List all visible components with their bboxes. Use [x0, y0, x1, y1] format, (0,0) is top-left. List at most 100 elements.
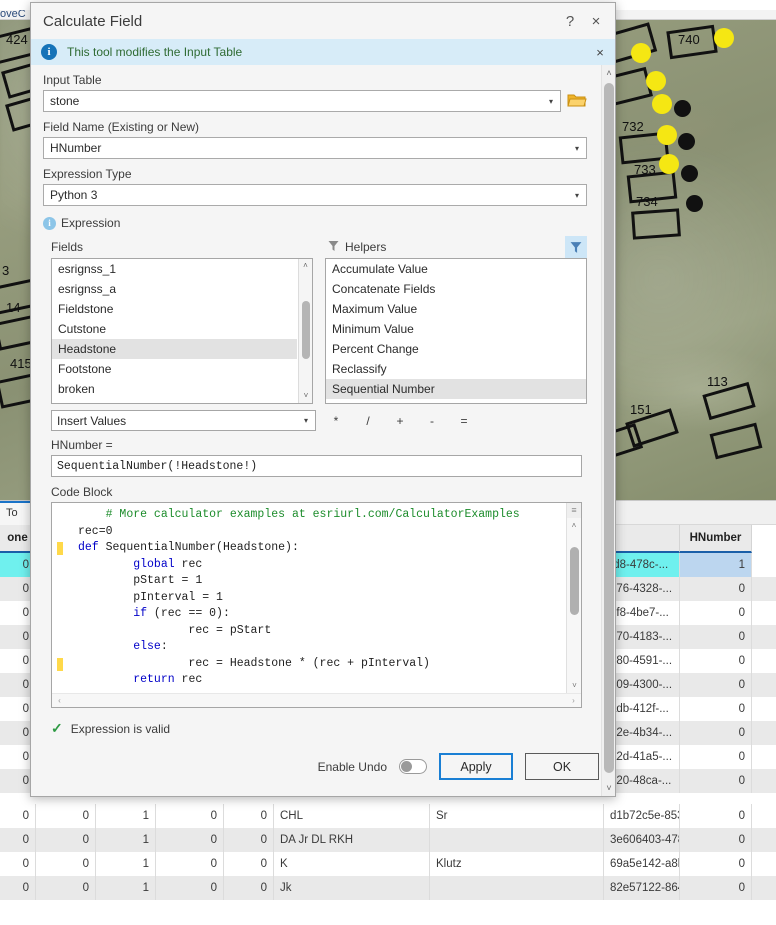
table-cell-hnumber[interactable]: 1 — [680, 553, 752, 577]
enable-undo-toggle[interactable] — [399, 759, 427, 774]
code-scroll-down-icon[interactable]: ˅ — [567, 678, 582, 693]
fields-list-item[interactable]: Footstone — [52, 359, 297, 379]
chevron-down-icon[interactable]: ▾ — [568, 191, 586, 200]
table-cell-c4[interactable]: 0 — [224, 876, 274, 900]
table-cell-c3[interactable]: 0 — [156, 876, 224, 900]
table-cell-hnumber[interactable]: 0 — [680, 625, 752, 649]
map-point-marker[interactable] — [652, 94, 672, 114]
notice-close-icon[interactable]: × — [591, 45, 609, 60]
input-table-combo[interactable]: stone ▾ — [43, 90, 561, 112]
map-point-marker[interactable] — [674, 100, 691, 117]
table-cell-c1[interactable]: 0 — [36, 852, 96, 876]
table-cell-c4[interactable]: 0 — [224, 804, 274, 828]
fields-scroll-thumb[interactable] — [302, 301, 310, 359]
table-cell-c0[interactable]: 0 — [0, 852, 36, 876]
table-cell-name[interactable]: K — [274, 852, 430, 876]
helpers-list-item[interactable]: Reclassify — [326, 359, 586, 379]
table-cell-guid[interactable]: d1b72c5e-8535-4530-... — [604, 804, 680, 828]
helpers-list-item[interactable]: Accumulate Value — [326, 259, 586, 279]
table-cell-c2[interactable]: 1 — [96, 828, 156, 852]
table-cell-hnumber[interactable]: 0 — [680, 876, 752, 900]
code-block-hscrollbar[interactable]: ‹ › — [52, 693, 581, 707]
table-cell-c4[interactable]: 0 — [224, 828, 274, 852]
table-cell-surname[interactable] — [430, 876, 604, 900]
table-cell-hnumber[interactable]: 0 — [680, 577, 752, 601]
map-point-marker[interactable] — [681, 165, 698, 182]
table-cell-c2[interactable]: 1 — [96, 852, 156, 876]
expression-type-combo[interactable]: Python 3 ▾ — [43, 184, 587, 206]
operator-button-multiply[interactable]: * — [324, 414, 348, 428]
table-cell-surname[interactable]: Klutz — [430, 852, 604, 876]
scroll-up-arrow-icon[interactable]: ˄ — [602, 65, 616, 81]
chevron-down-icon[interactable]: ▾ — [542, 97, 560, 106]
apply-button[interactable]: Apply — [439, 753, 513, 780]
table-cell-hnumber[interactable]: 0 — [680, 697, 752, 721]
table-cell-c1[interactable]: 0 — [36, 876, 96, 900]
code-split-icon[interactable]: ≡ — [567, 503, 581, 518]
table-cell-hnumber[interactable]: 0 — [680, 804, 752, 828]
table-cell-hnumber[interactable]: 0 — [680, 673, 752, 697]
code-scroll-up-icon[interactable]: ˄ — [567, 518, 581, 533]
map-point-marker[interactable] — [657, 125, 677, 145]
map-point-marker[interactable] — [714, 28, 734, 48]
table-cell-c1[interactable]: 0 — [36, 804, 96, 828]
insert-values-combo[interactable]: Insert Values ▾ — [51, 410, 316, 431]
table-cell-surname[interactable]: Sr — [430, 804, 604, 828]
table-cell-guid[interactable]: 69a5e142-a8b7-42b8-... — [604, 852, 680, 876]
fields-scrollbar[interactable]: ˄ ˅ — [298, 259, 312, 403]
table-cell-c0[interactable]: 0 — [0, 828, 36, 852]
fields-scroll-down-icon[interactable]: ˅ — [299, 389, 313, 403]
fields-list-item[interactable]: broken — [52, 379, 297, 399]
table-cell-hnumber[interactable]: 0 — [680, 721, 752, 745]
scroll-thumb[interactable] — [604, 83, 614, 773]
table-cell-c2[interactable]: 1 — [96, 804, 156, 828]
table-cell-surname[interactable] — [430, 828, 604, 852]
operator-button-plus[interactable]: + — [388, 414, 412, 428]
code-scroll-thumb[interactable] — [570, 547, 579, 615]
table-cell-name[interactable]: CHL — [274, 804, 430, 828]
table-cell-name[interactable]: DA Jr DL RKH — [274, 828, 430, 852]
dialog-titlebar[interactable]: Calculate Field ? × — [31, 3, 615, 39]
map-point-marker[interactable] — [686, 195, 703, 212]
helpers-list-item[interactable]: Minimum Value — [326, 319, 586, 339]
field-name-combo[interactable]: HNumber ▾ — [43, 137, 587, 159]
table-row[interactable]: 00100KKlutz69a5e142-a8b7-42b8-...0 — [0, 852, 776, 876]
folder-icon[interactable] — [567, 92, 587, 110]
table-cell-c4[interactable]: 0 — [224, 852, 274, 876]
dialog-scrollbar[interactable]: ˄ ˅ — [601, 65, 615, 796]
help-icon[interactable]: ? — [557, 8, 583, 34]
column-header-hnumber[interactable]: HNumber — [680, 525, 752, 553]
table-cell-c3[interactable]: 0 — [156, 852, 224, 876]
table-cell-hnumber[interactable]: 0 — [680, 769, 752, 793]
fields-list-item[interactable]: Headstone — [52, 339, 297, 359]
table-row[interactable]: 00100Jk82e57122-8648-4e2e-...0 — [0, 876, 776, 900]
operator-button-minus[interactable]: - — [420, 414, 444, 428]
helpers-list-item[interactable]: Percent Change — [326, 339, 586, 359]
table-cell-c3[interactable]: 0 — [156, 828, 224, 852]
scroll-down-arrow-icon[interactable]: ˅ — [602, 780, 616, 796]
code-block-text[interactable]: # More calculator examples at esriurl.co… — [52, 503, 565, 693]
chevron-down-icon[interactable]: ▾ — [297, 416, 315, 425]
helpers-filter-button[interactable] — [565, 236, 587, 258]
map-point-marker[interactable] — [646, 71, 666, 91]
code-block-editor[interactable]: # More calculator examples at esriurl.co… — [51, 502, 582, 708]
table-cell-hnumber[interactable]: 0 — [680, 649, 752, 673]
fields-listbox[interactable]: esrignss_1esrignss_aFieldstoneCutstoneHe… — [51, 258, 313, 404]
table-row[interactable]: 00100CHLSrd1b72c5e-8535-4530-...0 — [0, 804, 776, 828]
table-row[interactable]: 00100DA Jr DL RKH3e606403-4787-40e9-...0 — [0, 828, 776, 852]
map-point-marker[interactable] — [631, 43, 651, 63]
chevron-down-icon[interactable]: ▾ — [568, 144, 586, 153]
fields-list-item[interactable]: Cutstone — [52, 319, 297, 339]
table-cell-hnumber[interactable]: 0 — [680, 601, 752, 625]
table-cell-guid[interactable]: 82e57122-8648-4e2e-... — [604, 876, 680, 900]
ok-button[interactable]: OK — [525, 753, 599, 780]
fields-list-item[interactable]: esrignss_1 — [52, 259, 297, 279]
code-block-vscrollbar[interactable]: ≡ ˄ ˅ — [566, 503, 581, 693]
table-cell-guid[interactable]: 3e606403-4787-40e9-... — [604, 828, 680, 852]
helpers-listbox[interactable]: Accumulate ValueConcatenate FieldsMaximu… — [325, 258, 587, 404]
code-scroll-left-icon[interactable]: ‹ — [52, 696, 67, 705]
fields-scroll-up-icon[interactable]: ˄ — [299, 259, 312, 273]
grave-polygon[interactable] — [631, 208, 681, 239]
table-cell-hnumber[interactable]: 0 — [680, 852, 752, 876]
attribute-table-tab[interactable]: To — [0, 501, 34, 525]
